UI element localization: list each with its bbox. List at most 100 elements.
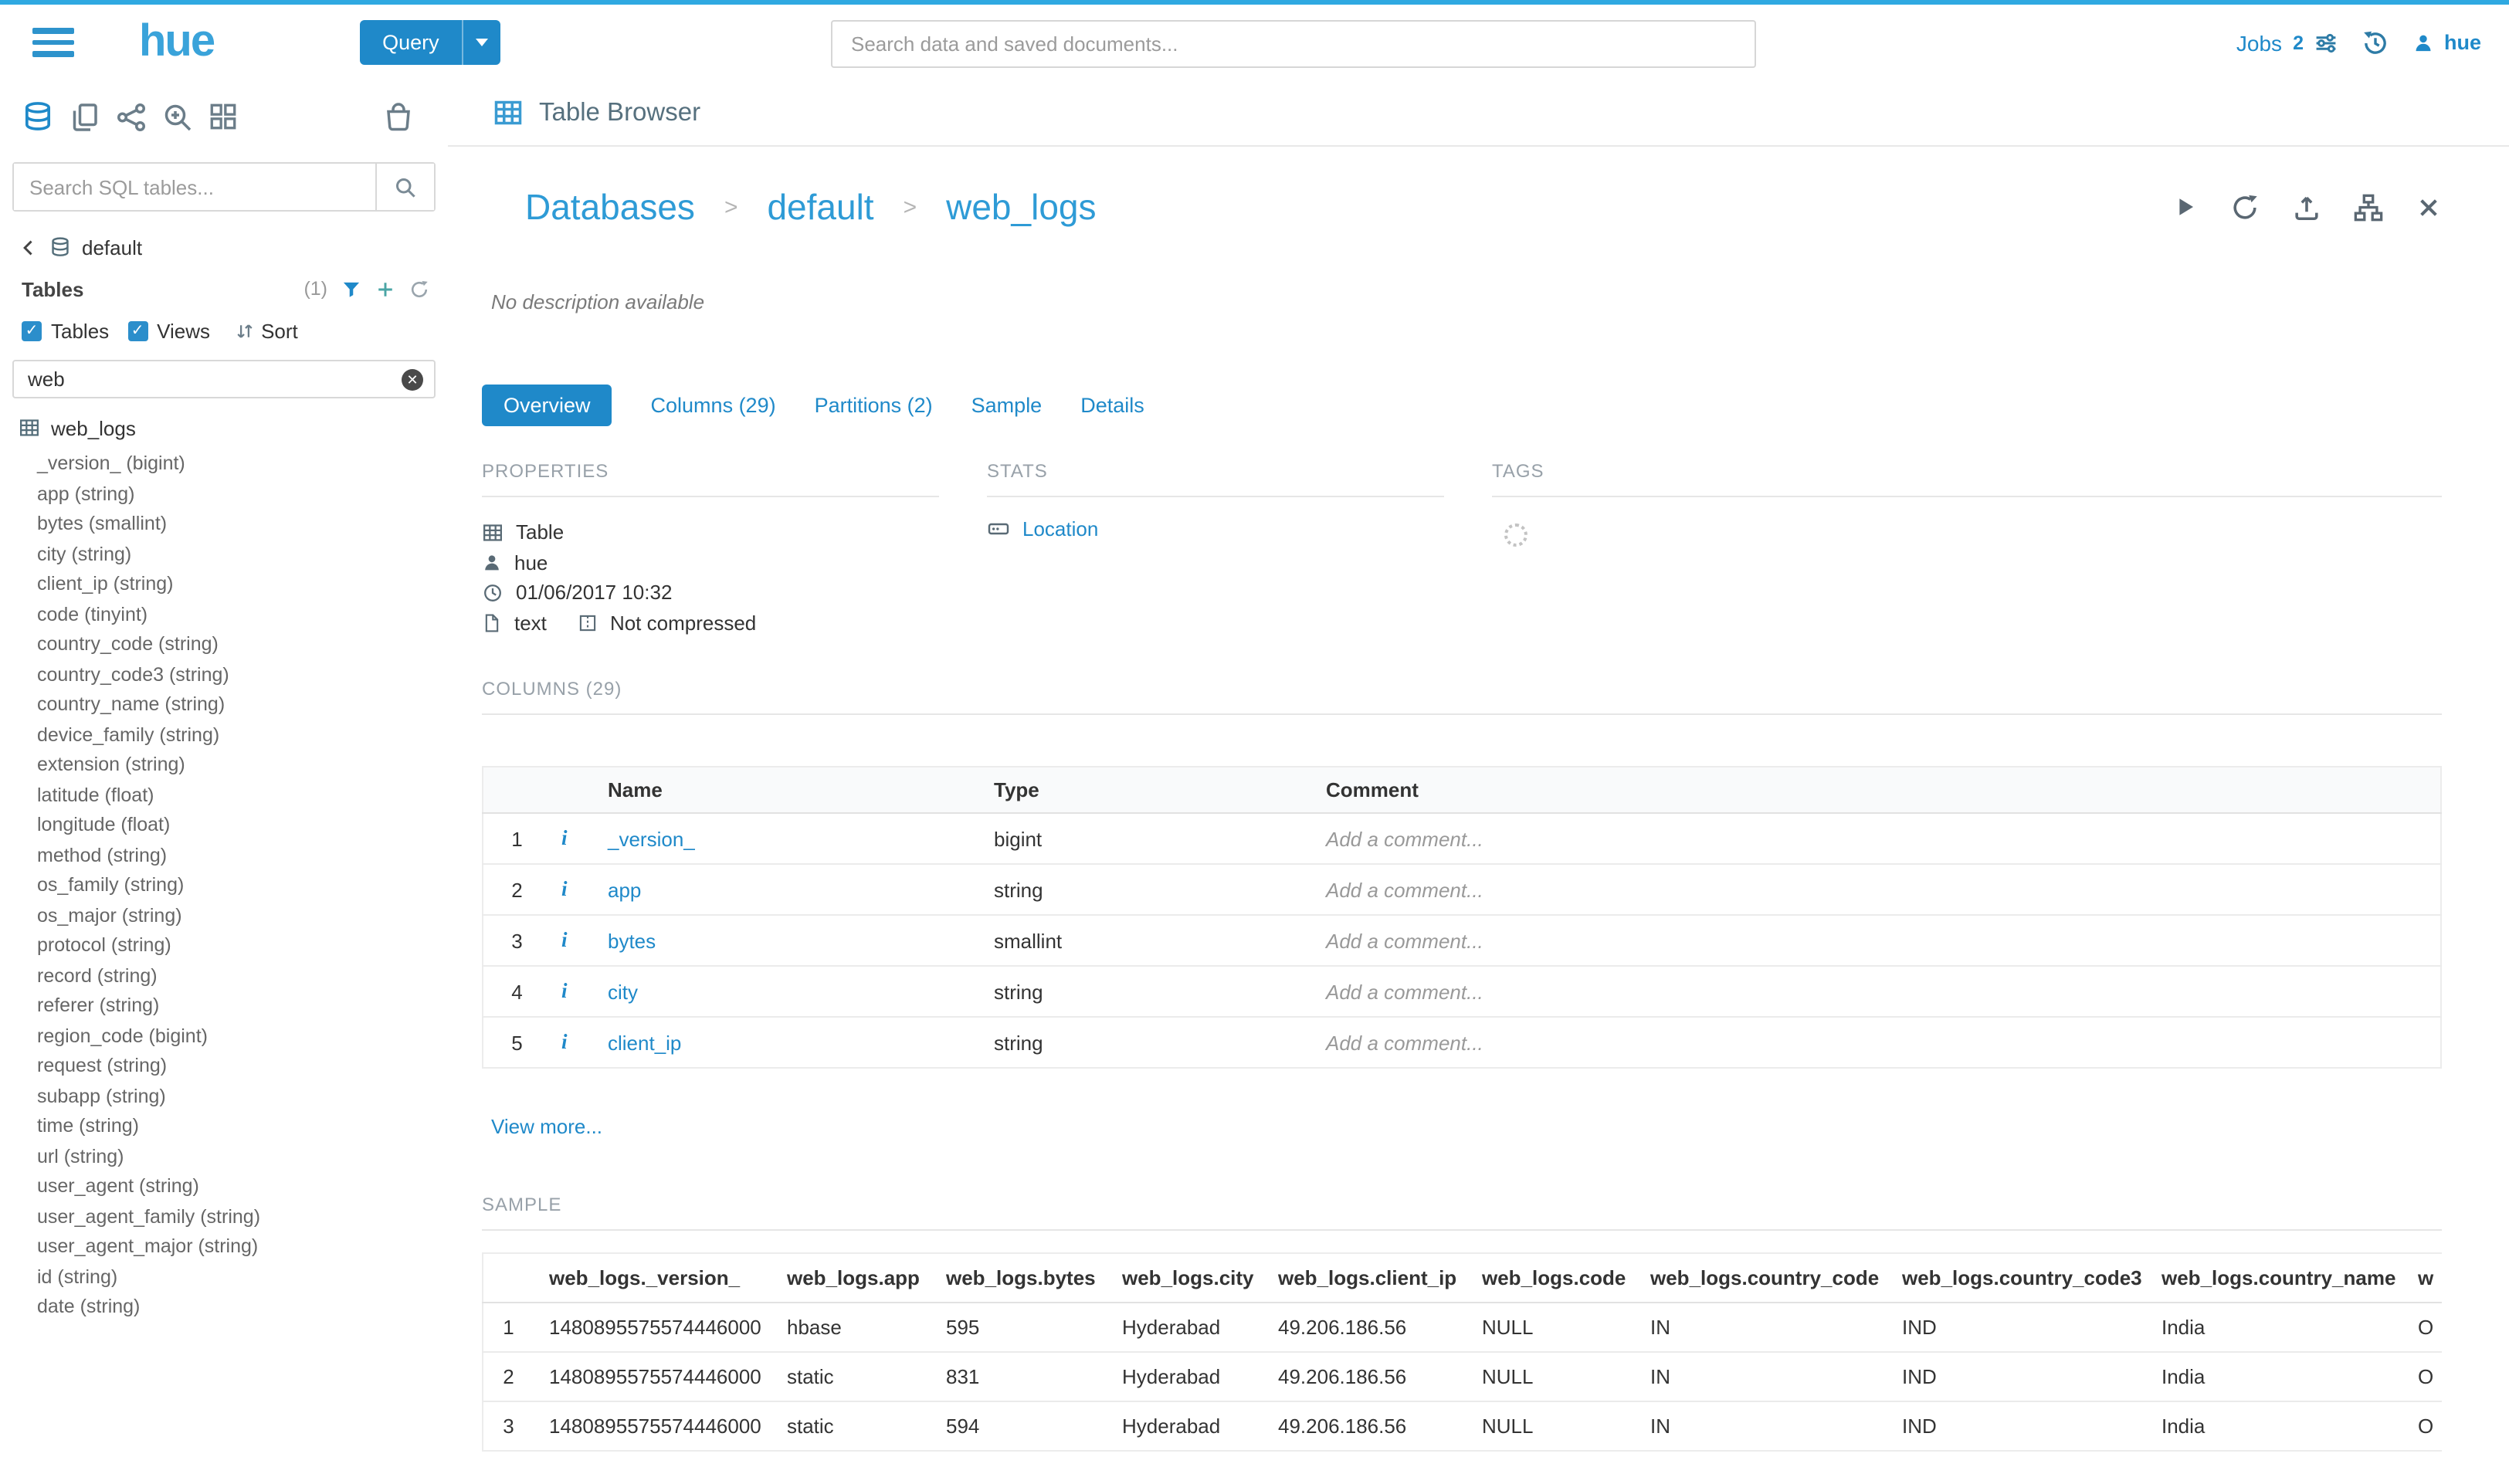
sidebar-column-item[interactable]: country_code3 (string): [0, 660, 448, 690]
sidebar-column-item[interactable]: code (tinyint): [0, 600, 448, 630]
sidebar-column-item[interactable]: request (string): [0, 1052, 448, 1082]
refresh-icon[interactable]: [409, 279, 429, 299]
sidebar-column-item[interactable]: device_family (string): [0, 720, 448, 750]
sql-tables-search-input[interactable]: [14, 164, 375, 210]
sidebar-column-item[interactable]: longitude (float): [0, 811, 448, 841]
sidebar-column-item[interactable]: user_agent_family (string): [0, 1202, 448, 1232]
sidebar-column-item[interactable]: date (string): [0, 1293, 448, 1323]
hue-logo[interactable]: hue: [139, 17, 214, 68]
view-more-link[interactable]: View more...: [491, 1115, 602, 1140]
column-name-link[interactable]: client_ip: [608, 1031, 681, 1054]
sidebar-column-item[interactable]: country_name (string): [0, 690, 448, 720]
sidebar-column-item[interactable]: url (string): [0, 1142, 448, 1172]
sidebar-column-item[interactable]: extension (string): [0, 750, 448, 781]
views-checkbox[interactable]: ✓: [127, 320, 147, 341]
sidebar-column-item[interactable]: referer (string): [0, 991, 448, 1022]
tab-columns-29[interactable]: Columns (29): [651, 384, 776, 425]
tab-overview[interactable]: Overview: [482, 384, 612, 425]
hamburger-menu-icon[interactable]: [32, 22, 74, 63]
column-comment[interactable]: Add a comment...: [1315, 864, 2440, 915]
sidebar-column-item[interactable]: time (string): [0, 1112, 448, 1142]
row-number: 3: [483, 915, 551, 966]
column-name-link[interactable]: app: [608, 878, 641, 901]
history-icon[interactable]: [2362, 29, 2390, 56]
column-name-link[interactable]: _version_: [608, 827, 695, 850]
sidebar-column-item[interactable]: user_agent_major (string): [0, 1232, 448, 1262]
breadcrumb-separator: >: [904, 194, 917, 220]
play-icon[interactable]: [2172, 195, 2197, 219]
current-database-label[interactable]: default: [82, 235, 142, 259]
sidebar-column-item[interactable]: bytes (smallint): [0, 510, 448, 540]
sidebar-column-item[interactable]: user_agent (string): [0, 1172, 448, 1202]
apps-icon[interactable]: [209, 102, 238, 131]
views-checkbox-group[interactable]: ✓ Views: [127, 319, 210, 342]
tables-checkbox-group[interactable]: ✓ Tables: [22, 319, 109, 342]
sidebar-column-item[interactable]: app (string): [0, 479, 448, 510]
breadcrumb-table[interactable]: web_logs: [946, 186, 1096, 228]
info-icon[interactable]: i: [561, 979, 568, 1002]
user-menu[interactable]: hue: [2413, 31, 2481, 54]
table-description[interactable]: No description available: [491, 290, 2441, 313]
sample-cell: 831: [931, 1352, 1107, 1401]
sample-cell: NULL: [1466, 1352, 1635, 1401]
query-dropdown-button[interactable]: [463, 20, 501, 65]
info-icon[interactable]: i: [561, 1030, 568, 1053]
close-icon[interactable]: [2415, 194, 2441, 220]
column-comment[interactable]: Add a comment...: [1315, 813, 2440, 864]
sidebar-column-item[interactable]: protocol (string): [0, 931, 448, 961]
sidebar-table-web-logs[interactable]: web_logs: [0, 414, 448, 442]
search-icon[interactable]: [375, 164, 434, 210]
breadcrumb-database[interactable]: default: [767, 186, 873, 228]
plus-icon[interactable]: [375, 279, 395, 299]
chevron-left-icon[interactable]: [19, 237, 39, 257]
documents-icon[interactable]: [70, 101, 100, 132]
upload-icon[interactable]: [2291, 192, 2321, 222]
sidebar-column-item[interactable]: os_major (string): [0, 901, 448, 931]
breadcrumb-databases[interactable]: Databases: [525, 186, 695, 228]
column-name-link[interactable]: bytes: [608, 929, 656, 952]
bag-icon[interactable]: [383, 101, 414, 132]
sort-control[interactable]: Sort: [235, 319, 298, 342]
sidebar-column-item[interactable]: id (string): [0, 1262, 448, 1293]
sidebar-column-item[interactable]: latitude (float): [0, 781, 448, 811]
sidebar-column-item[interactable]: record (string): [0, 961, 448, 991]
sidebar-column-item[interactable]: subapp (string): [0, 1082, 448, 1112]
tab-details[interactable]: Details: [1080, 384, 1144, 425]
column-comment[interactable]: Add a comment...: [1315, 915, 2440, 966]
sitemap-icon[interactable]: [2353, 192, 2382, 222]
table-filter-input[interactable]: [14, 368, 402, 391]
sidebar-column-item[interactable]: _version_ (bigint): [0, 449, 448, 479]
refresh-icon[interactable]: [2229, 192, 2259, 222]
tags-heading: TAGS: [1492, 460, 2441, 497]
tab-sample[interactable]: Sample: [971, 384, 1043, 425]
tab-partitions-2[interactable]: Partitions (2): [815, 384, 933, 425]
info-icon[interactable]: i: [561, 826, 568, 849]
sidebar-column-item[interactable]: method (string): [0, 841, 448, 871]
column-name-link[interactable]: city: [608, 980, 638, 1003]
query-button[interactable]: Query: [359, 20, 463, 65]
info-icon[interactable]: i: [561, 877, 568, 900]
tables-db-icon[interactable]: [22, 100, 54, 133]
column-comment[interactable]: Add a comment...: [1315, 966, 2440, 1017]
sample-cell: 595: [931, 1303, 1107, 1352]
clusters-icon[interactable]: [116, 101, 147, 132]
filter-icon[interactable]: [341, 279, 361, 299]
sidebar-column-item[interactable]: region_code (bigint): [0, 1022, 448, 1052]
columns-table: Name Type Comment 1 i _version_ bigint A…: [482, 766, 2441, 1069]
location-link[interactable]: Location: [1022, 517, 1098, 540]
clear-icon[interactable]: ✕: [402, 368, 423, 390]
info-icon[interactable]: i: [561, 928, 568, 951]
table-icon: [19, 417, 40, 439]
jobs-link[interactable]: Jobs 2: [2236, 30, 2339, 55]
sample-cell: 594: [931, 1401, 1107, 1451]
sample-column-header: web_logs._version_: [534, 1253, 771, 1303]
tables-checkbox[interactable]: ✓: [22, 320, 42, 341]
sidebar-column-item[interactable]: country_code (string): [0, 630, 448, 660]
global-search-input[interactable]: [831, 20, 1756, 68]
sidebar-column-item[interactable]: os_family (string): [0, 871, 448, 901]
zoom-icon[interactable]: [162, 101, 193, 132]
sample-table-row: 11480895575574446000hbase595Hyderabad49.…: [483, 1303, 2441, 1352]
sidebar-column-item[interactable]: client_ip (string): [0, 570, 448, 600]
column-comment[interactable]: Add a comment...: [1315, 1017, 2440, 1068]
sidebar-column-item[interactable]: city (string): [0, 540, 448, 570]
